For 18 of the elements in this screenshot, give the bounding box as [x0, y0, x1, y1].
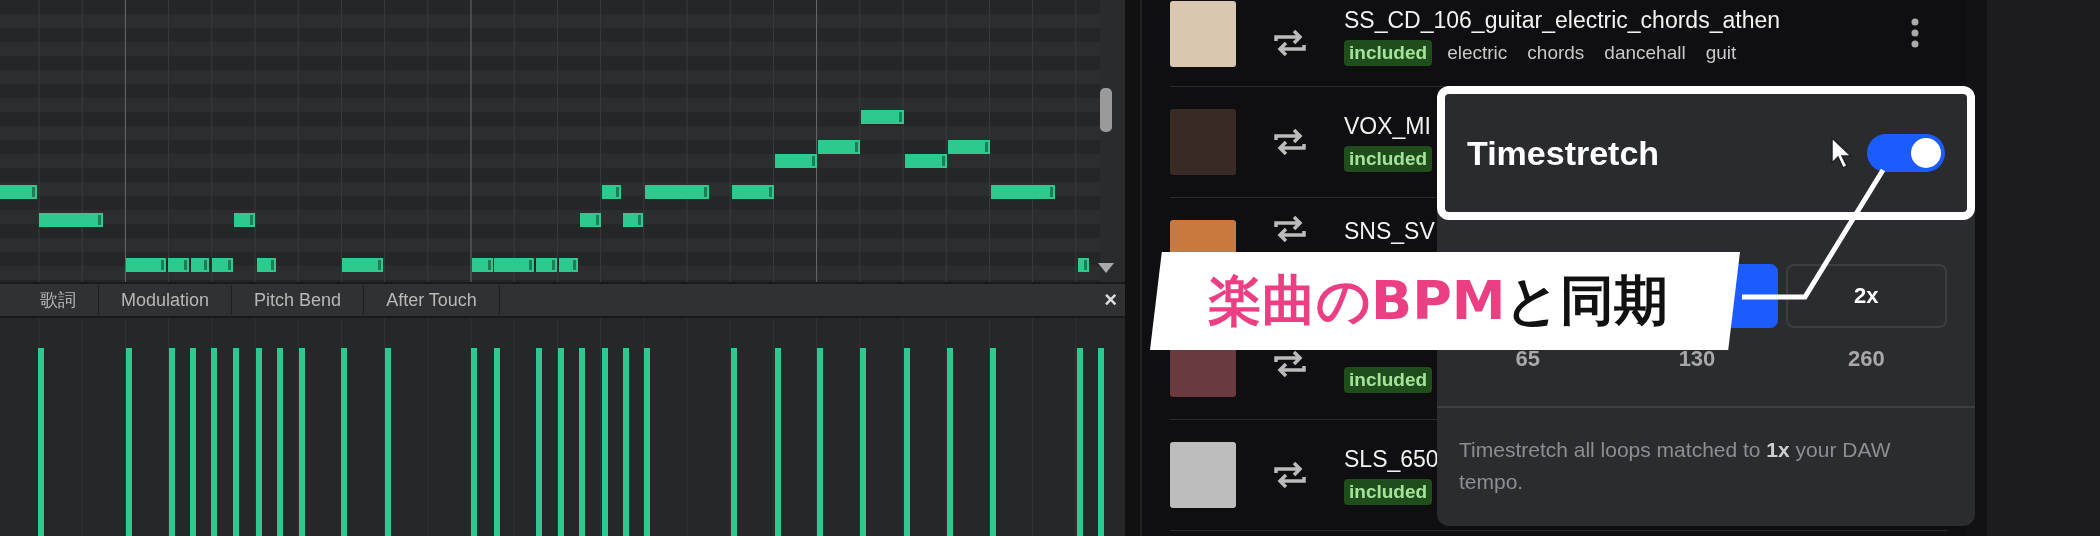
bpm-label: 260	[1846, 345, 1886, 372]
loop-title: VOX_MI	[1344, 112, 1432, 140]
timestretch-title: Timestretch	[1467, 133, 1660, 173]
bpm-label: 130	[1677, 345, 1717, 372]
genre-tag: electric	[1442, 39, 1513, 66]
included-tag: included	[1344, 478, 1433, 505]
included-tag: included	[1344, 367, 1433, 393]
included-tag: included	[1344, 145, 1433, 172]
genre-tag: dancehall	[1599, 39, 1691, 66]
timestretch-description: Timestretch all loops matched to 1x your DAW tempo.	[1458, 437, 1892, 495]
included-tag: included	[1344, 39, 1433, 66]
loop-title: SNS_SV	[1344, 218, 1435, 245]
loop-title: SLS_650	[1344, 445, 1439, 473]
caption-text: 楽曲のBPM と同期	[1208, 267, 1669, 334]
genre-tag: chords	[1522, 39, 1590, 66]
bpm-label: 65	[1514, 345, 1541, 372]
genre-tag: guit	[1700, 39, 1742, 66]
loop-title: SS_CD_106_guitar_electric_chords_athen	[1344, 6, 1780, 34]
